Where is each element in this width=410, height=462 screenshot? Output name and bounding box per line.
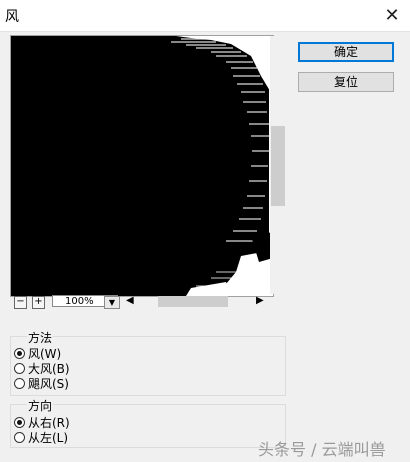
- radio-from-left[interactable]: 从左(L): [14, 429, 68, 446]
- zoom-in-button[interactable]: +: [32, 296, 45, 309]
- close-button[interactable]: ✕: [374, 0, 410, 31]
- preview-image: [11, 36, 273, 296]
- chevron-down-icon: ▼: [108, 298, 116, 307]
- preview-controls: − + 100% ▼ ◀ ▶: [10, 295, 288, 309]
- plus-icon: +: [34, 296, 43, 307]
- radio-label: 飓风(S): [28, 377, 69, 391]
- title-bar: 风 ✕: [0, 0, 410, 32]
- radio-hurricane[interactable]: 飓风(S): [14, 375, 69, 392]
- horizontal-scroll-thumb[interactable]: [158, 296, 228, 307]
- preview-vertical-scrollbar[interactable]: [270, 36, 286, 294]
- radio-icon: [14, 432, 25, 443]
- direction-label: 方向: [27, 397, 54, 414]
- zoom-out-button[interactable]: −: [14, 296, 27, 309]
- vertical-scroll-thumb[interactable]: [271, 126, 285, 206]
- zoom-value: 100%: [65, 296, 94, 307]
- filter-preview[interactable]: [10, 35, 274, 297]
- radio-selected-icon: [14, 417, 25, 428]
- method-label: 方法: [27, 329, 54, 346]
- radio-selected-icon: [14, 348, 25, 359]
- ok-button[interactable]: 确定: [298, 42, 394, 62]
- scroll-right-icon[interactable]: ▶: [256, 295, 264, 306]
- window-title: 风: [5, 9, 19, 25]
- radio-label: 从左(L): [28, 431, 69, 445]
- radio-icon: [14, 363, 25, 374]
- reset-button[interactable]: 复位: [298, 72, 394, 92]
- watermark-text: 头条号 / 云端叫兽: [258, 440, 386, 459]
- close-icon: ✕: [384, 5, 400, 26]
- scroll-left-icon[interactable]: ◀: [126, 295, 134, 306]
- radio-icon: [14, 378, 25, 389]
- minus-icon: −: [16, 296, 25, 307]
- zoom-dropdown-button[interactable]: ▼: [104, 296, 120, 309]
